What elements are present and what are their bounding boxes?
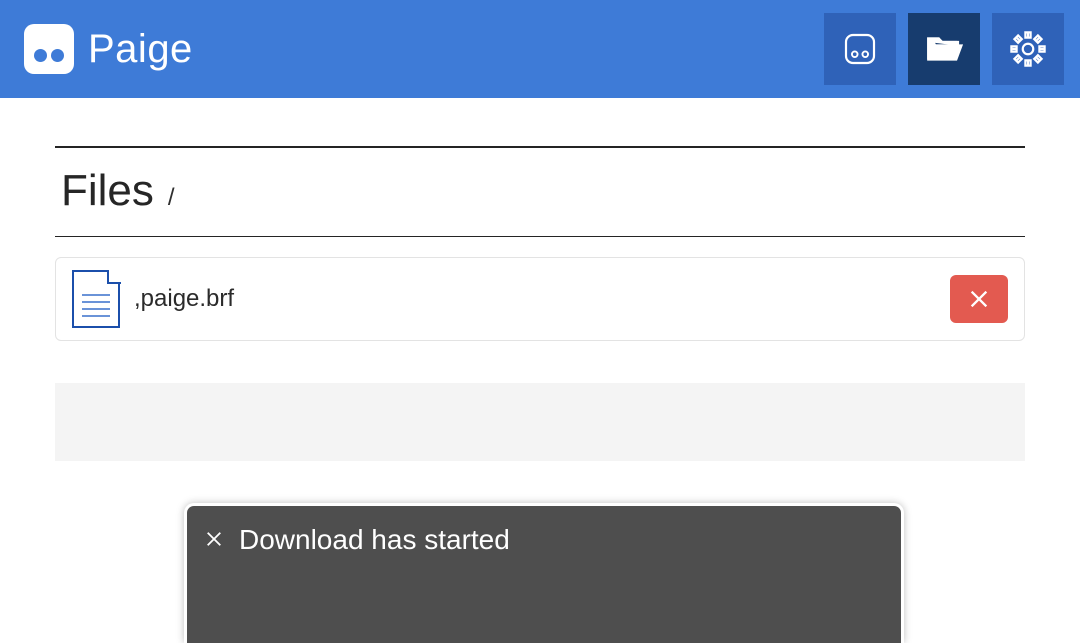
toast-message: Download has started	[239, 524, 510, 556]
gear-icon	[1007, 28, 1049, 70]
settings-button[interactable]	[992, 13, 1064, 85]
files-button[interactable]	[908, 13, 980, 85]
app-header: Paige	[0, 0, 1080, 98]
main-content: Files / ,paige.brf	[55, 98, 1025, 461]
breadcrumb-separator: /	[168, 184, 175, 212]
toast-notification: Download has started	[184, 503, 904, 643]
file-document-icon	[72, 270, 120, 328]
empty-area	[55, 383, 1025, 461]
page-title: Files	[61, 166, 154, 216]
close-icon	[205, 530, 223, 548]
device-button[interactable]	[824, 13, 896, 85]
device-icon	[839, 28, 881, 70]
close-icon	[968, 288, 990, 310]
file-row[interactable]: ,paige.brf	[55, 257, 1025, 341]
header-buttons	[824, 13, 1064, 85]
divider	[55, 236, 1025, 237]
breadcrumb: Files /	[55, 148, 1025, 236]
paige-logo-icon	[24, 24, 74, 74]
brand-name: Paige	[88, 27, 193, 72]
folder-open-icon	[923, 28, 965, 70]
file-name: ,paige.brf	[134, 285, 234, 313]
brand[interactable]: Paige	[24, 24, 193, 74]
file-delete-button[interactable]	[950, 275, 1008, 323]
toast-close-button[interactable]	[205, 530, 225, 550]
